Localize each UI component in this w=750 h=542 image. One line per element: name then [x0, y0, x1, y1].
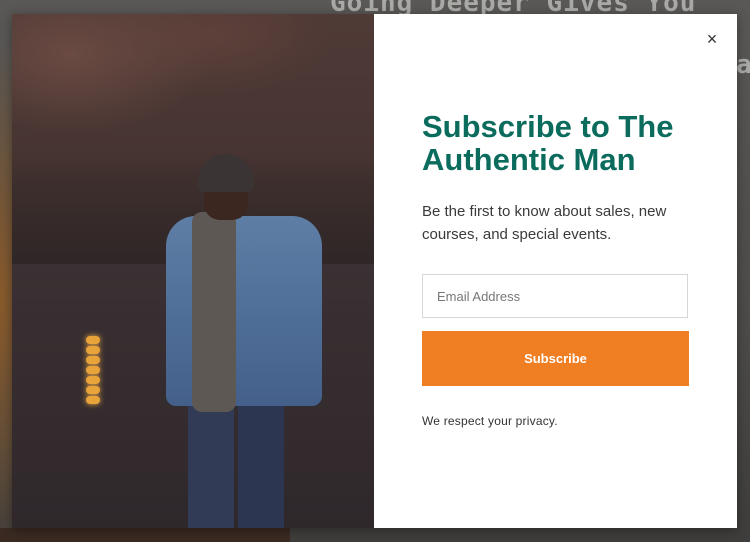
modal-photo — [12, 14, 374, 528]
modal-description: Be the first to know about sales, new co… — [422, 203, 667, 243]
modal-content: × Subscribe to The Authentic Man Be the … — [374, 14, 737, 528]
light-spot — [86, 386, 100, 394]
light-spot — [86, 356, 100, 364]
person-jeans-left — [188, 404, 234, 528]
person-beanie — [198, 154, 254, 192]
email-field[interactable] — [422, 274, 688, 318]
photo-light-reflection — [82, 334, 106, 406]
light-spot — [86, 336, 100, 344]
light-spot — [86, 346, 100, 354]
background-side-text: ayes. — [736, 50, 750, 80]
background-image-fragment — [0, 528, 290, 542]
subscribe-modal: × Subscribe to The Authentic Man Be the … — [12, 14, 737, 528]
privacy-note: We respect your privacy. — [422, 414, 558, 428]
person-scarf — [192, 212, 236, 412]
close-icon[interactable]: × — [701, 28, 723, 50]
subscribe-button[interactable]: Subscribe — [422, 331, 689, 386]
light-spot — [86, 376, 100, 384]
light-spot — [86, 396, 100, 404]
person-jeans-right — [238, 404, 284, 528]
light-spot — [86, 366, 100, 374]
modal-title: Subscribe to The Authentic Man — [422, 109, 674, 177]
photo-person — [162, 154, 332, 528]
person-denim-jacket — [166, 216, 322, 406]
